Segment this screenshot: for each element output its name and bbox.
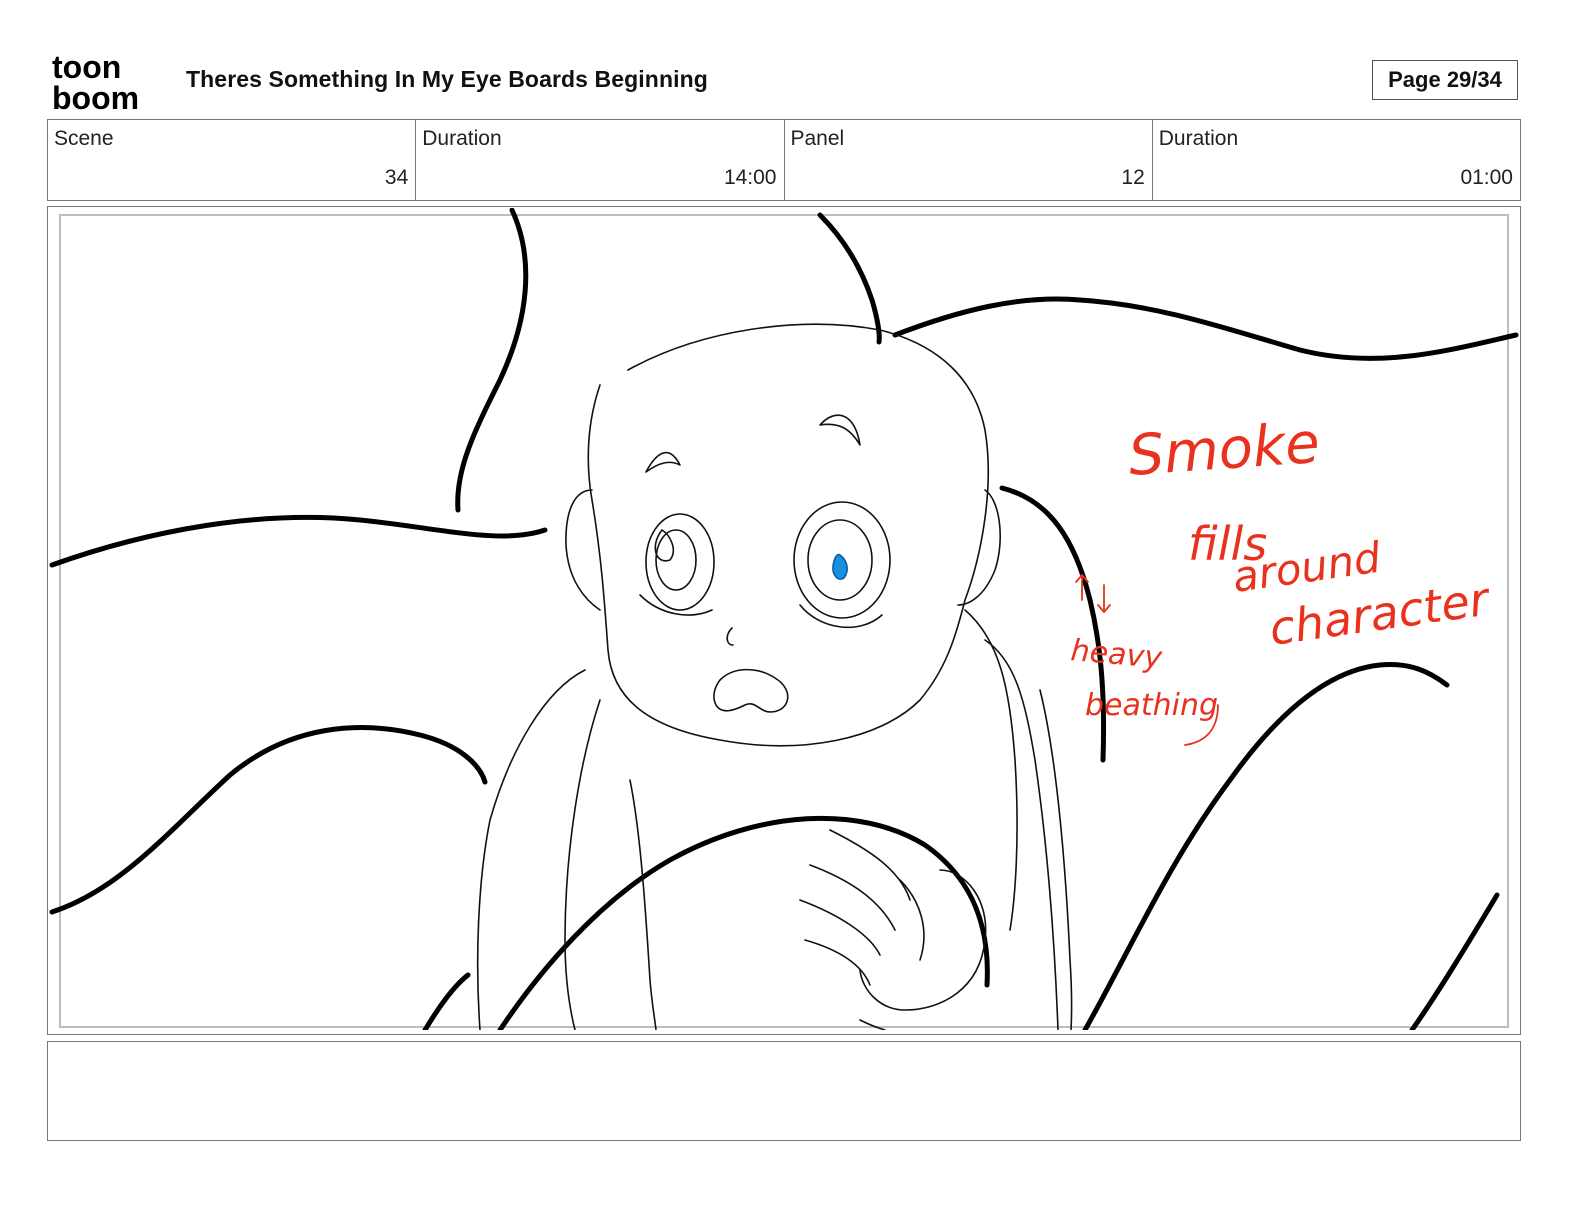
panel-label: Panel <box>790 127 845 150</box>
scene-label: Scene <box>54 127 114 150</box>
panel-duration-label: Duration <box>1158 127 1239 150</box>
page-indicator: Page 29/34 <box>1372 60 1518 100</box>
panel-duration-value: 01:00 <box>1460 166 1513 189</box>
scene-value: 34 <box>384 166 409 189</box>
panel-duration-cell: Duration 01:00 <box>1153 120 1520 200</box>
logo-line2: boom <box>52 80 139 112</box>
scene-duration-value: 14:00 <box>723 166 777 189</box>
storyboard-drawing: Smoke fills around character heavy beath… <box>49 208 1519 1030</box>
document-title: Theres Something In My Eye Boards Beginn… <box>186 66 708 92</box>
annotation-breathing: beathing <box>1085 688 1218 723</box>
panel-notes-box <box>47 1041 1521 1141</box>
annotation-smoke: Smoke <box>1126 411 1321 489</box>
pupil-shape <box>832 553 848 580</box>
scene-info-table: Scene 34 Duration 14:00 Panel 12 Duratio… <box>47 119 1521 201</box>
toonboom-logo: toon boom <box>52 52 139 112</box>
annotation-heavy: heavy <box>1069 633 1164 676</box>
scene-duration-cell: Duration 14:00 <box>416 120 785 200</box>
scene-duration-label: Duration <box>422 127 502 150</box>
panel-value: 12 <box>1121 166 1145 189</box>
panel-cell: Panel 12 <box>785 120 1153 200</box>
scene-cell: Scene 34 <box>48 120 417 200</box>
